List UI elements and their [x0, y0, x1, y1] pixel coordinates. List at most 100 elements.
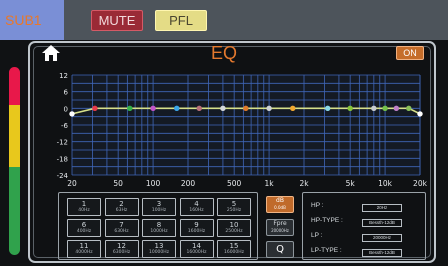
eq-on-button[interactable]: ON [396, 46, 424, 60]
band-button[interactable]: 6 400Hz [67, 219, 101, 237]
band-number: 12 [117, 242, 126, 250]
x-tick-label: 20 [67, 179, 77, 188]
eq-band-point[interactable] [347, 105, 353, 112]
eq-band-point[interactable] [196, 105, 202, 112]
hp-value[interactable]: 20Hz [362, 204, 402, 212]
band-number: 6 [81, 221, 87, 229]
eq-band-point[interactable] [243, 105, 249, 112]
band-frequency: 40Hz [78, 208, 90, 213]
gain-db-label: dB [276, 197, 284, 204]
y-tick-label: 0 [64, 105, 68, 113]
y-tick-label: 6 [64, 89, 69, 97]
x-tick-label: 1k [265, 179, 275, 188]
band-number: 8 [156, 221, 162, 229]
frequency-button[interactable]: Fpre 20000Hz [266, 219, 294, 236]
band-frequency: 2500Hz [225, 229, 243, 234]
meter-red-segment [9, 67, 20, 105]
x-tick-label: 20k [413, 179, 428, 188]
eq-graph[interactable]: 1260-6-12-18-24 20 50 100 200 500 1k 2k 5k 10k 20… [48, 70, 428, 192]
band-frequency: 16000Hz [223, 250, 245, 255]
eq-band-point[interactable] [290, 105, 296, 112]
band-frequency: 1000Hz [150, 229, 168, 234]
gain-db-value: 0.0dB [274, 205, 286, 210]
x-tick-label: 200 [181, 179, 196, 188]
frequency-value: 20000Hz [271, 228, 289, 233]
lp-type-value[interactable]: Bessth-12dB [362, 249, 402, 257]
eq-band-point[interactable] [174, 105, 180, 112]
band-frequency: 4000Hz [75, 250, 93, 255]
band-button[interactable]: 9 1600Hz [179, 219, 214, 237]
lp-value[interactable]: 20000Hz [362, 234, 402, 242]
eq-band-point[interactable] [406, 105, 412, 112]
band-number: 4 [194, 200, 199, 208]
band-button[interactable]: 4 160Hz [179, 198, 214, 216]
eq-band-point[interactable] [371, 105, 377, 112]
band-button[interactable]: 14 16000Hz [179, 240, 214, 258]
y-tick-label: 12 [59, 72, 68, 80]
band-number: 3 [156, 200, 162, 208]
band-frequency: 400Hz [76, 229, 92, 234]
band-button[interactable]: 10 2500Hz [217, 219, 251, 237]
channel-name[interactable]: SUB1 [0, 0, 64, 40]
band-frequency: 250Hz [226, 208, 242, 213]
eq-band-point[interactable] [266, 105, 272, 112]
band-button[interactable]: 12 6300Hz [104, 240, 139, 258]
eq-band-point[interactable] [382, 105, 388, 112]
band-number: 13 [154, 242, 164, 250]
band-frequency: 6300Hz [112, 250, 131, 255]
x-tick-label: 5k [346, 179, 356, 188]
eq-band-point[interactable] [69, 111, 75, 117]
band-frequency: 63Hz [115, 208, 128, 213]
x-tick-label: 100 [146, 179, 161, 188]
eq-band-point[interactable] [324, 105, 331, 112]
x-tick-label: 50 [113, 179, 123, 188]
band-frequency: 10000Hz [148, 250, 170, 255]
band-button[interactable]: 11 4000Hz [67, 240, 101, 258]
band-button[interactable]: 13 10000Hz [142, 240, 176, 258]
gain-db-button[interactable]: dB 0.0dB [266, 196, 294, 213]
eq-band-point[interactable] [393, 105, 400, 112]
y-tick-label: -18 [57, 155, 68, 163]
band-number: 11 [79, 242, 89, 250]
band-frequency: 1600Hz [187, 229, 206, 234]
eq-x-tick-labels: 20 50 100 200 500 1k 2k 5k 10k 20k [67, 179, 427, 188]
band-button[interactable]: 7 630Hz [104, 219, 139, 237]
frequency-label: Fpre [273, 220, 287, 227]
eq-band-point[interactable] [417, 111, 423, 117]
band-number: 15 [229, 242, 239, 250]
eq-band-point[interactable] [127, 105, 133, 112]
q-button[interactable]: Q [266, 241, 294, 258]
band-frequency: 160Hz [189, 208, 204, 213]
band-number: 10 [229, 221, 239, 229]
band-number: 1 [81, 200, 87, 208]
band-button[interactable]: 1 40Hz [67, 198, 101, 216]
home-icon[interactable] [41, 44, 61, 62]
eq-band-point[interactable] [150, 105, 156, 112]
band-frequency: 100Hz [151, 208, 167, 213]
hp-label: HP : [311, 202, 324, 209]
level-meter [9, 67, 20, 255]
x-tick-label: 500 [227, 179, 242, 188]
band-number: 9 [194, 221, 199, 229]
band-button[interactable]: 5 250Hz [217, 198, 251, 216]
meter-yellow-segment [9, 105, 20, 167]
band-button[interactable]: 8 1000Hz [142, 219, 176, 237]
band-button[interactable]: 2 63Hz [104, 198, 139, 216]
mute-button[interactable]: MUTE [91, 10, 143, 31]
top-bar [0, 0, 448, 40]
x-tick-label: 2k [299, 179, 309, 188]
eq-title: EQ [210, 43, 237, 63]
band-button[interactable]: 3 100Hz [142, 198, 176, 216]
eq-band-point[interactable] [220, 105, 226, 112]
band-number: 5 [231, 200, 237, 208]
band-frequency: 630Hz [114, 229, 129, 234]
lp-type-label: LP-TYPE : [311, 247, 342, 254]
band-frequency: 16000Hz [186, 250, 207, 255]
band-button[interactable]: 15 16000Hz [217, 240, 251, 258]
meter-green-segment [9, 167, 20, 255]
eq-grid [71, 74, 421, 176]
pfl-button[interactable]: PFL [155, 10, 207, 31]
x-tick-label: 10k [378, 179, 393, 188]
hp-type-value[interactable]: Bessth-12dB [362, 219, 402, 227]
eq-band-point[interactable] [92, 105, 98, 112]
